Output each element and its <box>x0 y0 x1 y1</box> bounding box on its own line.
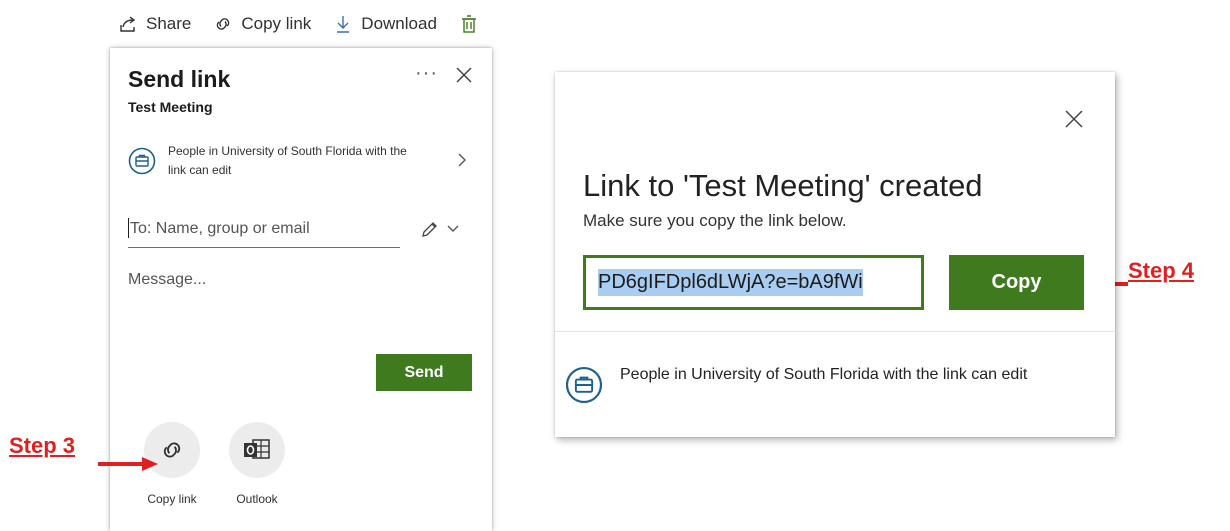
copy-button[interactable]: Copy <box>949 255 1084 310</box>
permission-text: People in University of South Florida wi… <box>168 144 407 177</box>
link-settings-row[interactable]: People in University of South Florida wi… <box>128 138 473 184</box>
share-button[interactable]: Share <box>118 14 191 34</box>
dialog-subtitle: Make sure you copy the link below. <box>583 211 847 230</box>
send-button[interactable]: Send <box>376 354 472 391</box>
panel-title: Send link <box>128 66 231 92</box>
pencil-icon[interactable] <box>420 219 440 239</box>
dialog-title: Link to 'Test Meeting' created <box>583 168 983 203</box>
chevron-right-icon <box>458 153 466 167</box>
link-icon <box>163 442 181 458</box>
more-options-button[interactable]: ··· <box>415 62 438 85</box>
briefcase-icon <box>128 147 156 175</box>
share-label: Share <box>146 14 192 33</box>
outlook-circle[interactable] <box>229 422 285 478</box>
trash-icon <box>461 15 476 33</box>
copy-link-option-label: Copy link <box>147 492 197 506</box>
step-3-label: Step 3 <box>9 433 76 458</box>
download-button[interactable]: Download <box>333 14 437 34</box>
briefcase-icon <box>565 366 603 404</box>
copy-link-button[interactable]: Copy link <box>213 14 311 34</box>
step-4-label: Step 4 <box>1128 258 1195 283</box>
text-cursor <box>128 218 129 238</box>
close-icon[interactable] <box>453 64 475 86</box>
link-field[interactable]: PD6gIFDpl6dLWjA?e=bA9fWi <box>583 255 924 310</box>
divider <box>555 331 1115 332</box>
close-icon[interactable] <box>1063 108 1085 130</box>
download-label: Download <box>361 14 437 33</box>
outlook-option-label: Outlook <box>236 492 278 506</box>
send-link-panel: Send link Test Meeting ··· People in Uni… <box>110 48 492 531</box>
file-name: Test Meeting <box>128 99 213 115</box>
outlook-option[interactable]: Outlook <box>217 422 297 506</box>
delete-button[interactable] <box>459 14 479 34</box>
message-input[interactable] <box>128 271 468 289</box>
share-icon <box>120 16 136 32</box>
recipient-input[interactable] <box>128 210 400 248</box>
download-icon <box>337 16 350 33</box>
outlook-icon <box>244 439 270 459</box>
link-icon <box>217 18 230 30</box>
link-value: PD6gIFDpl6dLWjA?e=bA9fWi <box>598 269 863 296</box>
permission-text: People in University of South Florida wi… <box>620 366 1028 383</box>
step-3-arrow <box>98 457 158 471</box>
link-settings-row[interactable]: People in University of South Florida wi… <box>565 362 1085 404</box>
copy-link-label: Copy link <box>241 14 312 33</box>
chevron-down-icon[interactable] <box>446 222 460 236</box>
file-toolbar: Share Copy link Download <box>100 0 495 48</box>
link-created-dialog: Link to 'Test Meeting' created Make sure… <box>555 72 1115 437</box>
